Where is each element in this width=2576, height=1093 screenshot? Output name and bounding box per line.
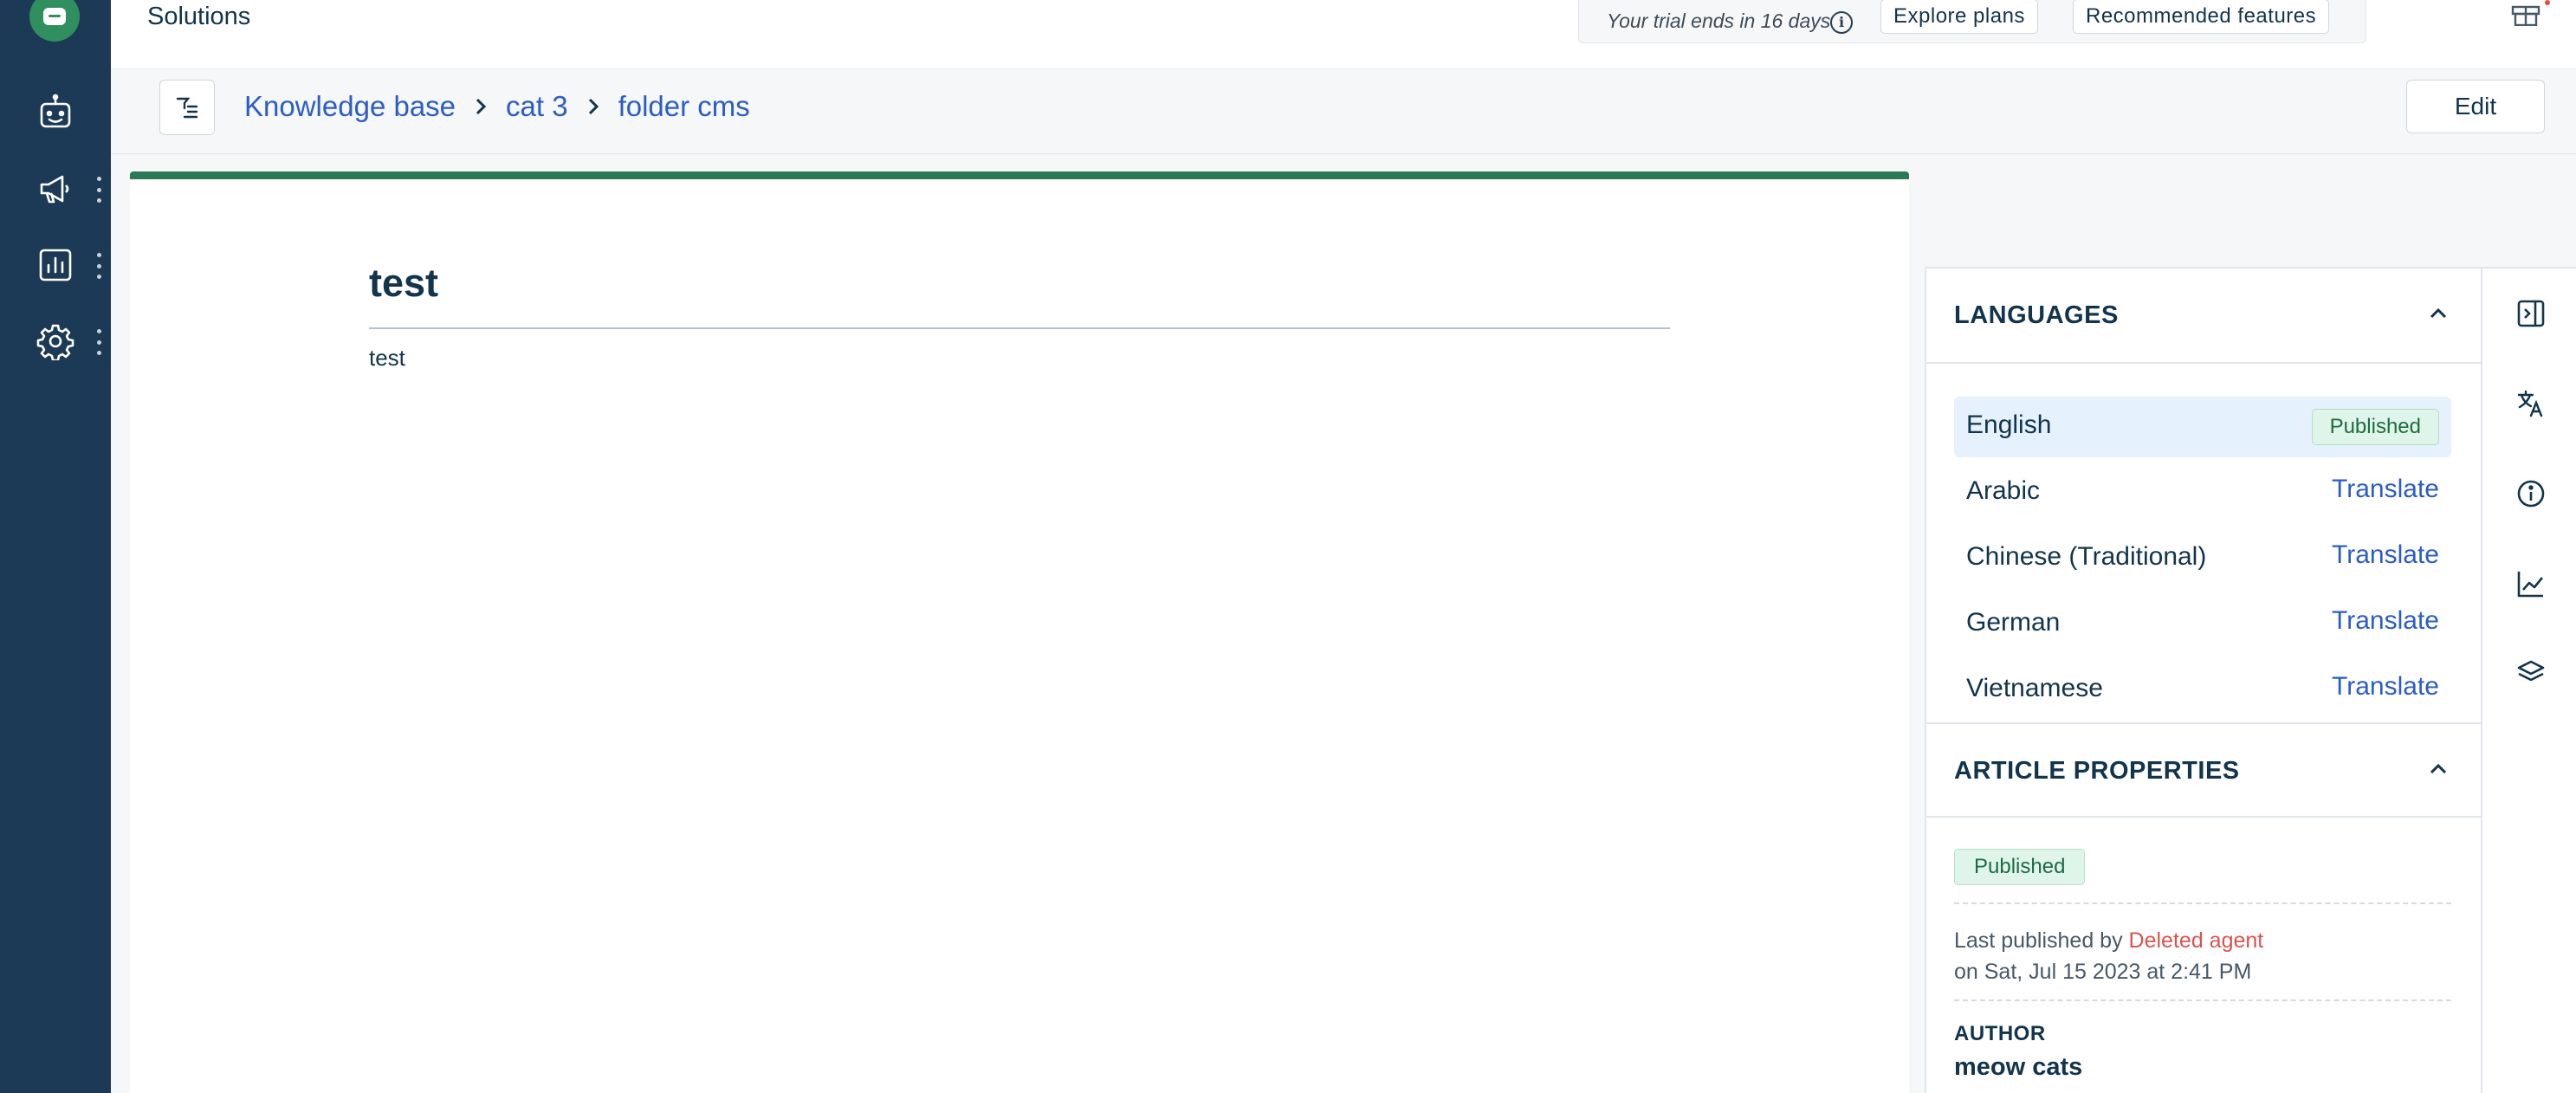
language-item-vietnamese[interactable]: Vietnamese Translate [1954, 660, 2451, 710]
translate-icon[interactable] [2515, 388, 2547, 419]
article-properties-section-header[interactable]: ARTICLE PROPERTIES [1926, 722, 2481, 818]
more-options-icon[interactable] [92, 177, 106, 203]
info-icon[interactable] [2515, 478, 2547, 509]
page-title: Solutions [147, 3, 251, 30]
translate-link[interactable]: Translate [2332, 606, 2439, 636]
explore-plans-button[interactable]: Explore plans [1880, 0, 2038, 34]
breadcrumb-bar: Knowledge base cat 3 folder cms Edit [111, 69, 2576, 154]
title-divider [369, 327, 1670, 329]
language-name: Chinese (Traditional) [1966, 542, 2207, 571]
divider [1954, 902, 2451, 904]
last-published-line: Last published by Deleted agent [1954, 928, 2263, 954]
edit-button[interactable]: Edit [2406, 80, 2545, 133]
top-header: Solutions Your trial ends in 16 days i E… [111, 0, 2576, 69]
article-title: test [369, 261, 439, 305]
article-body: test [369, 345, 405, 371]
article-properties-heading: ARTICLE PROPERTIES [1954, 757, 2240, 785]
language-item-english[interactable]: English Published [1954, 397, 2451, 457]
layers-icon[interactable] [2515, 658, 2547, 689]
languages-heading: LANGUAGES [1954, 301, 2119, 329]
translate-link[interactable]: Translate [2332, 475, 2439, 504]
left-nav-rail [0, 0, 111, 1093]
deleted-agent-label: Deleted agent [2128, 928, 2264, 953]
breadcrumb-folder[interactable]: folder cms [618, 90, 750, 123]
more-options-icon[interactable] [92, 253, 106, 279]
breadcrumb: Knowledge base cat 3 folder cms [244, 90, 750, 123]
language-name: German [1966, 608, 2061, 637]
languages-section-header[interactable]: LANGUAGES [1926, 268, 2481, 364]
language-name: Arabic [1966, 476, 2041, 505]
status-badge: Published [2311, 409, 2439, 445]
language-name: Vietnamese [1966, 674, 2103, 702]
recommended-features-button[interactable]: Recommended features [2073, 0, 2330, 34]
chevron-up-icon[interactable] [2429, 762, 2448, 780]
divider [1954, 999, 2451, 1001]
article-content: test test [130, 171, 1909, 1093]
last-published-prefix: Last published by [1954, 928, 2123, 953]
bot-icon[interactable] [31, 88, 80, 137]
trial-banner: Your trial ends in 16 days i Explore pla… [1578, 0, 2366, 43]
panel-icon-strip [2481, 267, 2576, 1093]
translate-link[interactable]: Translate [2332, 672, 2439, 702]
author-label: AUTHOR [1954, 1022, 2046, 1045]
published-date: on Sat, Jul 15 2023 at 2:41 PM [1954, 960, 2252, 984]
language-name: English [1966, 411, 2052, 439]
author-name: meow cats [1954, 1053, 2083, 1081]
details-panel: LANGUAGES English Published Arabic Trans… [1925, 267, 2481, 1093]
status-badge: Published [1954, 849, 2086, 885]
language-item-chinese-traditional[interactable]: Chinese (Traditional) Translate [1954, 528, 2451, 589]
trend-chart-icon[interactable] [2515, 568, 2547, 599]
settings-icon[interactable] [31, 317, 80, 365]
megaphone-icon[interactable] [31, 165, 80, 213]
filter-tree-button[interactable] [159, 80, 215, 135]
language-list[interactable]: English Published Arabic Translate Chine… [1954, 397, 2451, 710]
info-icon[interactable]: i [1830, 11, 1853, 34]
analytics-icon[interactable] [31, 241, 80, 289]
collapse-panel-icon[interactable] [2515, 298, 2547, 329]
notification-dot [2545, 0, 2550, 5]
chevron-right-icon [584, 97, 603, 116]
chevron-right-icon [471, 97, 490, 116]
translate-link[interactable]: Translate [2332, 540, 2439, 570]
breadcrumb-knowledge-base[interactable]: Knowledge base [244, 90, 456, 123]
trial-text: Your trial ends in 16 days [1607, 10, 1831, 32]
gift-icon[interactable] [2510, 0, 2541, 27]
chevron-up-icon[interactable] [2429, 307, 2448, 325]
breadcrumb-category[interactable]: cat 3 [506, 90, 568, 123]
language-item-german[interactable]: German Translate [1954, 594, 2451, 655]
language-item-arabic[interactable]: Arabic Translate [1954, 462, 2451, 523]
more-options-icon[interactable] [92, 329, 106, 355]
freshdesk-logo-icon[interactable] [29, 0, 80, 42]
